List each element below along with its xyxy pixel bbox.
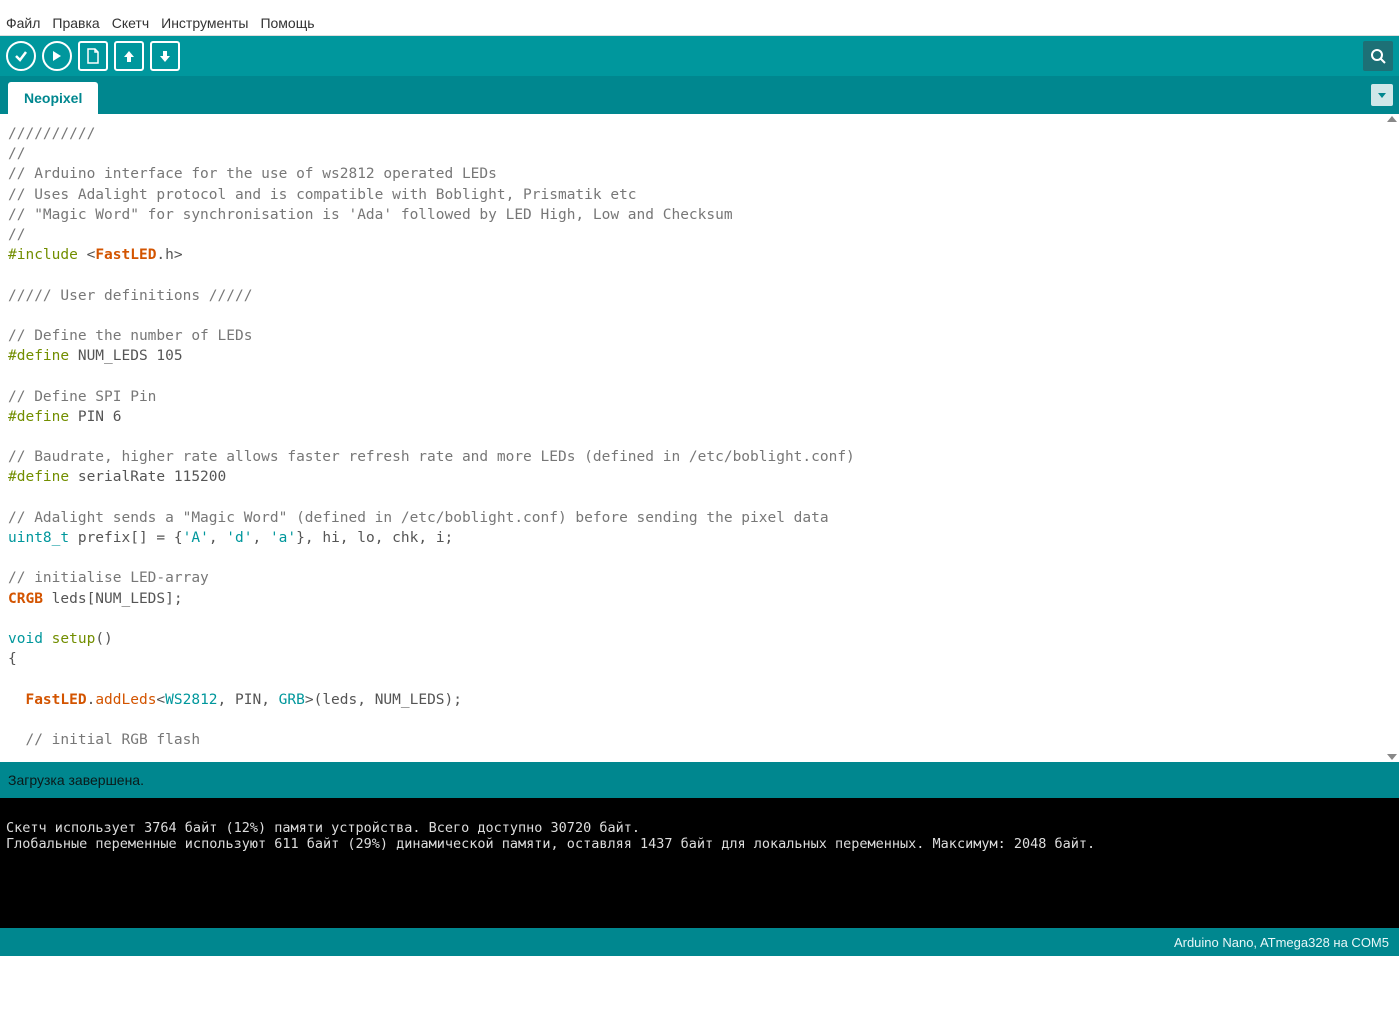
code-line: // Adalight sends a "Magic Word" (define…	[8, 508, 1391, 528]
code-line	[8, 265, 1391, 285]
verify-button[interactable]	[6, 41, 36, 71]
code-line: #define NUM_LEDS 105	[8, 346, 1391, 366]
code-line: #define serialRate 115200	[8, 467, 1391, 487]
menu-file[interactable]: Файл	[6, 15, 40, 31]
arrow-up-icon	[121, 48, 137, 64]
code-line: // Uses Adalight protocol and is compati…	[8, 185, 1391, 205]
serial-monitor-button[interactable]	[1363, 41, 1393, 71]
new-sketch-button[interactable]	[78, 41, 108, 71]
code-line: FastLED.addLeds<WS2812, PIN, GRB>(leds, …	[8, 690, 1391, 710]
console-output[interactable]: Скетч использует 3764 байт (12%) памяти …	[0, 798, 1399, 928]
code-editor[interactable]: ////////////// Arduino interface for the…	[0, 114, 1399, 762]
menu-help[interactable]: Помощь	[260, 15, 314, 31]
menu-tools[interactable]: Инструменты	[161, 15, 248, 31]
check-icon	[13, 48, 29, 64]
code-line: {	[8, 649, 1391, 669]
code-line: #define PIN 6	[8, 407, 1391, 427]
code-line	[8, 427, 1391, 447]
console-line: Скетч использует 3764 байт (12%) памяти …	[6, 820, 640, 836]
tab-dropdown[interactable]	[1371, 84, 1393, 106]
tab-bar: Neopixel	[0, 76, 1399, 114]
code-line	[8, 488, 1391, 508]
code-line: //////////	[8, 124, 1391, 144]
code-line: // "Magic Word" for synchronisation is '…	[8, 205, 1391, 225]
code-line	[8, 669, 1391, 689]
chevron-down-icon	[1376, 89, 1388, 101]
toolbar	[0, 36, 1399, 76]
file-icon	[85, 48, 101, 64]
menu-bar: Файл Правка Скетч Инструменты Помощь	[0, 0, 1399, 36]
code-line: // Arduino interface for the use of ws28…	[8, 164, 1391, 184]
code-line: // Define the number of LEDs	[8, 326, 1391, 346]
footer-bar: Arduino Nano, ATmega328 на COM5	[0, 928, 1399, 956]
code-line	[8, 366, 1391, 386]
code-line: uint8_t prefix[] = {'A', 'd', 'a'}, hi, …	[8, 528, 1391, 548]
code-line: void setup()	[8, 629, 1391, 649]
arrow-right-icon	[49, 48, 65, 64]
board-info: Arduino Nano, ATmega328 на COM5	[1174, 935, 1389, 950]
code-line	[8, 609, 1391, 629]
upload-button[interactable]	[42, 41, 72, 71]
save-sketch-button[interactable]	[150, 41, 180, 71]
code-line	[8, 548, 1391, 568]
tab-neopixel[interactable]: Neopixel	[8, 82, 98, 114]
code-line: // initial RGB flash	[8, 730, 1391, 750]
arrow-down-icon	[157, 48, 173, 64]
code-line: //	[8, 144, 1391, 164]
status-text: Загрузка завершена.	[8, 772, 144, 788]
scrollbar[interactable]	[1385, 114, 1399, 762]
code-line: //	[8, 225, 1391, 245]
code-line: CRGB leds[NUM_LEDS];	[8, 589, 1391, 609]
code-line	[8, 710, 1391, 730]
status-bar: Загрузка завершена.	[0, 762, 1399, 798]
code-line	[8, 306, 1391, 326]
menu-sketch[interactable]: Скетч	[112, 15, 149, 31]
open-sketch-button[interactable]	[114, 41, 144, 71]
code-line: #include <FastLED.h>	[8, 245, 1391, 265]
console-line: Глобальные переменные используют 611 бай…	[6, 836, 1095, 852]
code-line: ///// User definitions /////	[8, 286, 1391, 306]
menu-edit[interactable]: Правка	[52, 15, 99, 31]
code-line: // Define SPI Pin	[8, 387, 1391, 407]
code-line: // initialise LED-array	[8, 568, 1391, 588]
search-icon	[1369, 47, 1387, 65]
code-line: // Baudrate, higher rate allows faster r…	[8, 447, 1391, 467]
